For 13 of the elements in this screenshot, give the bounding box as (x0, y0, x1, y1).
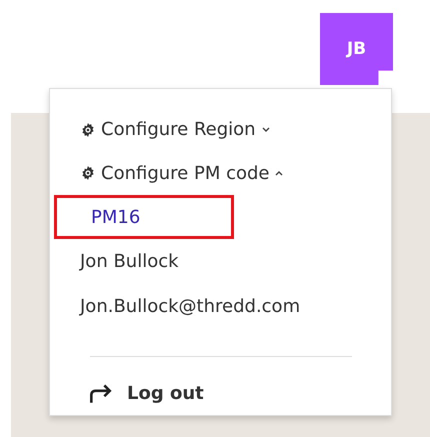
chevron-up-icon (274, 170, 284, 176)
share-arrow-icon (87, 382, 113, 404)
avatar[interactable]: JB (320, 13, 393, 85)
user-info-text: Jon Bullock (80, 250, 179, 274)
chevron-down-icon (260, 126, 271, 133)
avatar-initials: JB (346, 39, 366, 59)
menu-item[interactable]: Configure Region (80, 108, 271, 152)
user-info-text: Jon.Bullock@thredd.com (80, 294, 300, 318)
gear-icon (80, 122, 96, 138)
menu-option[interactable]: PM16 (54, 195, 234, 240)
gear-icon (80, 165, 96, 182)
menu-item[interactable]: Configure PM code (80, 152, 284, 196)
logout-button[interactable]: Log out (87, 371, 204, 415)
